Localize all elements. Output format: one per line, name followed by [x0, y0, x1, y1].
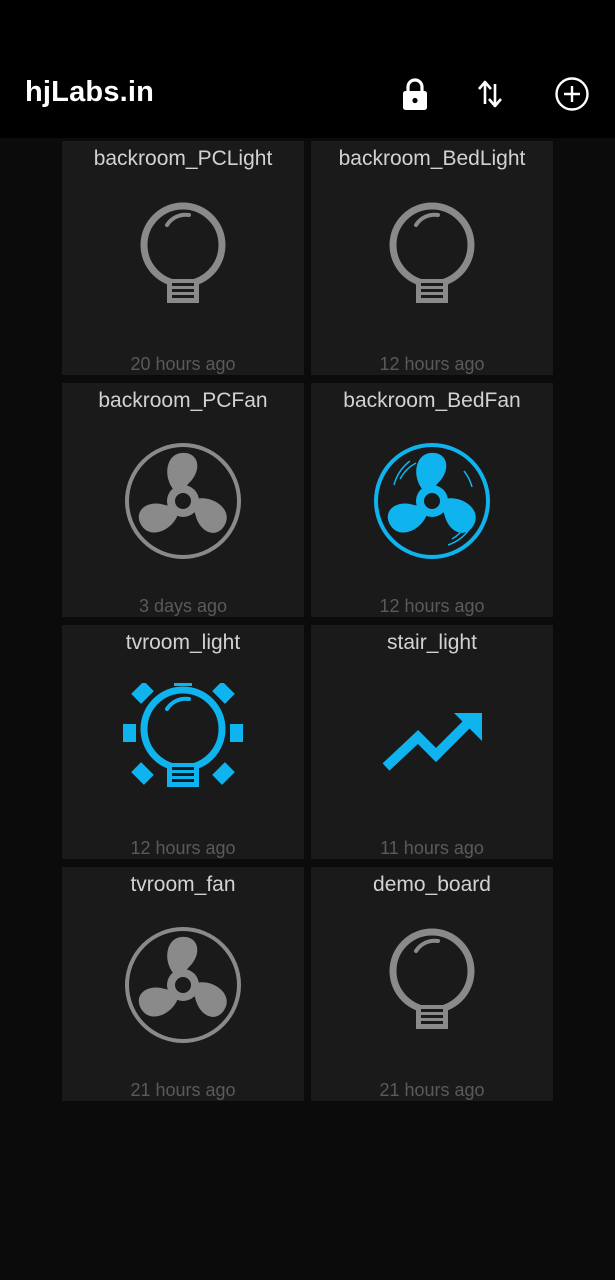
device-name: tvroom_light [125, 631, 241, 654]
device-name: demo_board [373, 873, 491, 896]
device-name: backroom_BedFan [343, 389, 521, 412]
fan-icon [123, 925, 243, 1045]
device-tile[interactable]: demo_board 21 hours ago [311, 867, 553, 1101]
device-last-updated: 20 hours ago [130, 354, 236, 374]
device-last-updated: 12 hours ago [130, 838, 236, 858]
device-last-updated: 12 hours ago [379, 354, 485, 374]
bulb-icon [123, 683, 243, 803]
fan-icon [123, 441, 243, 561]
device-tile[interactable]: tvroom_light 12 hours ago [62, 625, 304, 859]
bulb-icon [372, 925, 492, 1045]
device-last-updated: 12 hours ago [379, 596, 485, 616]
device-name: stair_light [387, 631, 477, 654]
status-bar [0, 0, 615, 56]
device-last-updated: 21 hours ago [130, 1080, 236, 1100]
add-device-button[interactable] [552, 74, 592, 114]
device-tile[interactable]: stair_light 11 hours ago [311, 625, 553, 859]
sort-button[interactable] [470, 74, 510, 114]
device-name: backroom_BedLight [338, 147, 526, 170]
app-title: hjLabs.in [25, 76, 155, 108]
device-tile[interactable]: backroom_BedFan 12 hours ago [311, 383, 553, 617]
device-last-updated: 11 hours ago [380, 838, 484, 858]
device-tile[interactable]: backroom_BedLight 12 hours ago [311, 141, 553, 375]
bulb-icon [372, 199, 492, 319]
device-name: backroom_PCLight [93, 147, 273, 170]
lock-button[interactable] [395, 74, 435, 114]
device-tile[interactable]: backroom_PCFan 3 days ago [62, 383, 304, 617]
lock-icon [403, 78, 427, 110]
device-name: tvroom_fan [130, 873, 236, 896]
device-last-updated: 21 hours ago [379, 1080, 485, 1100]
bulb-icon [123, 199, 243, 319]
sort-arrows-icon [478, 80, 502, 108]
trend-arrow-icon [372, 683, 492, 803]
device-tile[interactable]: backroom_PCLight 20 hours ago [62, 141, 304, 375]
device-tile[interactable]: tvroom_fan 21 hours ago [62, 867, 304, 1101]
app-bar: hjLabs.in [0, 56, 615, 138]
device-name: backroom_PCFan [98, 389, 268, 412]
device-last-updated: 3 days ago [138, 596, 228, 616]
add-circle-icon [555, 77, 589, 111]
fan-icon [372, 441, 492, 561]
